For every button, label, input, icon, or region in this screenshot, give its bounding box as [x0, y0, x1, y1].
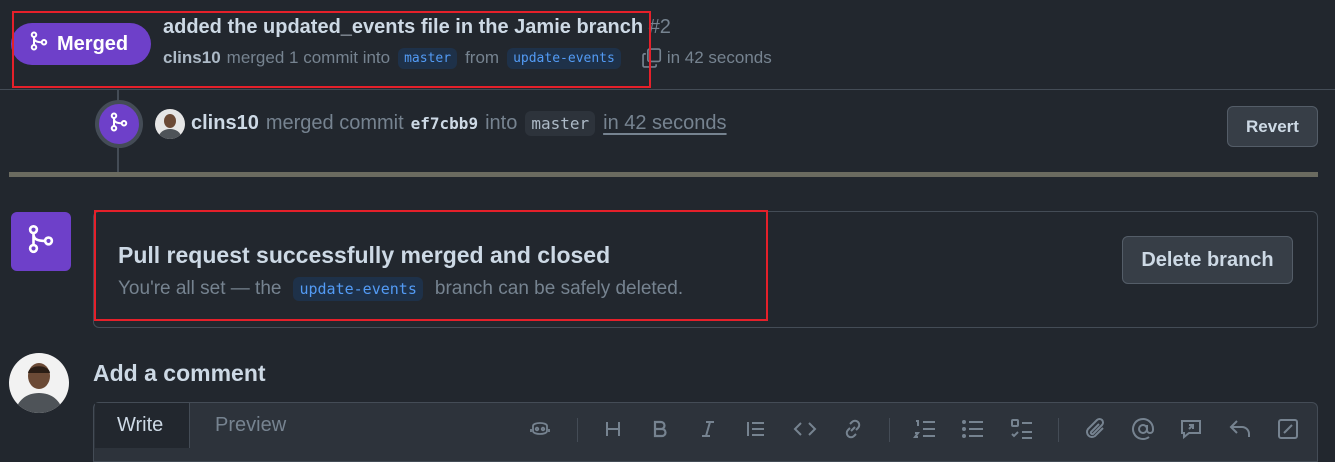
- pr-header: Merged added the updated_events file in …: [0, 0, 1335, 90]
- merge-status-title: Pull request successfully merged and clo…: [118, 242, 611, 268]
- commit-sha-link[interactable]: ef7cbb9: [411, 114, 478, 133]
- copy-icon[interactable]: [641, 47, 663, 69]
- link-icon[interactable]: [840, 416, 866, 442]
- merge-desc-before: You're all set — the: [118, 278, 282, 299]
- head-branch-link[interactable]: update-events: [507, 47, 621, 69]
- pr-author-link[interactable]: clins10: [163, 48, 221, 68]
- tab-write[interactable]: Write: [95, 403, 190, 448]
- pr-number: #2: [648, 16, 671, 38]
- avatar[interactable]: [9, 353, 69, 413]
- copilot-icon[interactable]: [527, 416, 553, 442]
- bullet-list-icon[interactable]: [960, 416, 986, 442]
- undo-icon[interactable]: [1227, 416, 1253, 442]
- event-action: merged commit: [265, 112, 404, 134]
- fullscreen-icon[interactable]: [1275, 416, 1301, 442]
- event-author-link[interactable]: clins10: [191, 112, 259, 135]
- italic-icon[interactable]: [695, 416, 721, 442]
- toolbar-divider: [577, 418, 578, 442]
- delete-branch-button[interactable]: Delete branch: [1122, 236, 1293, 284]
- merge-event-badge: [95, 100, 143, 148]
- event-branch[interactable]: master: [525, 111, 596, 136]
- code-icon[interactable]: [792, 416, 818, 442]
- base-branch-link[interactable]: master: [398, 47, 458, 69]
- avatar[interactable]: [155, 109, 185, 139]
- tab-preview[interactable]: Preview: [193, 403, 308, 448]
- merge-time: in 42 seconds: [666, 48, 772, 67]
- from-text: from: [465, 48, 500, 67]
- toolbar-divider: [889, 418, 890, 442]
- merge-event-text: clins10 merged commit ef7cbb9 into maste…: [191, 111, 727, 136]
- git-merge-icon: [26, 224, 56, 259]
- merge-desc-branch[interactable]: update-events: [293, 277, 423, 301]
- event-time-link[interactable]: in 42 seconds: [603, 112, 726, 135]
- revert-button[interactable]: Revert: [1227, 106, 1318, 147]
- add-comment-heading: Add a comment: [93, 360, 266, 386]
- merge-status-icon: [11, 212, 71, 271]
- event-into: into: [485, 112, 518, 134]
- merge-status-description: You're all set — the update-events branc…: [118, 277, 683, 301]
- pr-title: added the updated_events file in the Jam…: [163, 16, 671, 39]
- merged-state-badge: Merged: [11, 23, 151, 65]
- pr-title-text: added the updated_events file in the Jam…: [163, 16, 644, 38]
- mention-icon[interactable]: [1130, 416, 1156, 442]
- attach-icon[interactable]: [1082, 416, 1108, 442]
- git-merge-icon: [109, 112, 129, 137]
- git-merge-icon: [29, 31, 49, 57]
- merge-desc-after: branch can be safely deleted.: [434, 278, 684, 299]
- quote-icon[interactable]: [743, 416, 769, 442]
- state-label: Merged: [57, 32, 129, 55]
- reference-icon[interactable]: [1178, 416, 1204, 442]
- timeline-break: [9, 172, 1318, 177]
- heading-icon[interactable]: [600, 416, 626, 442]
- pr-meta: clins10 merged 1 commit into master from…: [163, 47, 772, 69]
- bold-icon[interactable]: [647, 416, 673, 442]
- toolbar-divider: [1058, 418, 1059, 442]
- task-list-icon[interactable]: [1009, 416, 1035, 442]
- merged-text: merged 1 commit into: [226, 48, 391, 67]
- numbered-list-icon[interactable]: [912, 416, 938, 442]
